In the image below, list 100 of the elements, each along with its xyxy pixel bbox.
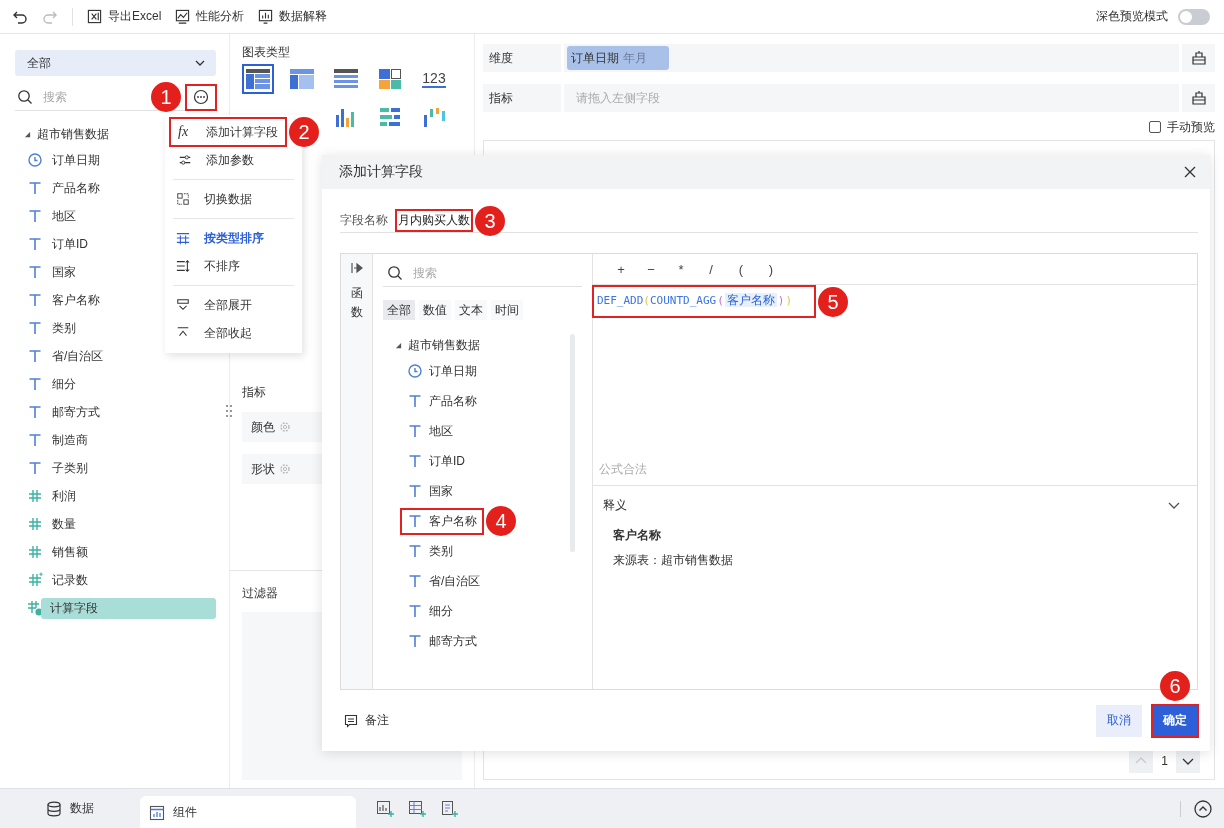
field-item[interactable]: 地区 [50,205,82,227]
operator-button[interactable]: / [703,261,719,277]
waterfall-chart-icon [421,105,447,129]
field-item[interactable]: 国家 [50,261,82,283]
checkbox-label: 手动预览 [1167,118,1215,136]
field-item[interactable]: 利润 [50,485,82,507]
search-icon [387,265,403,281]
field-item[interactable]: 订单ID [401,448,471,474]
bottom-tab[interactable]: 组件 [140,796,356,828]
field-item[interactable]: 类别 [401,538,459,564]
text-type-icon [27,264,43,280]
close-icon[interactable] [1183,165,1197,179]
menu-item[interactable]: 全部展开 [173,291,289,319]
field-item[interactable]: 类别 [50,317,82,339]
add-text-icon[interactable] [440,799,458,818]
menu-item[interactable]: 不排序 [173,252,289,280]
dimension-shelf[interactable]: 订单日期 年月 [564,44,1179,72]
field-item[interactable]: 邮寄方式 [401,628,483,654]
page-number: 1 [1161,754,1168,768]
tray-icon[interactable] [1190,50,1207,66]
field-item[interactable]: 客户名称 [50,289,106,311]
horizontal-bar-icon [377,105,403,129]
text-type-icon [407,483,423,499]
add-chart-icon[interactable] [376,799,394,818]
dark-mode-toggle[interactable] [1178,8,1210,25]
sliders-icon [178,153,192,167]
search-field[interactable]: 搜索 [411,262,582,284]
drag-handle-icon[interactable] [226,404,232,418]
field-item[interactable]: 订单日期 [50,149,106,171]
bottom-tab[interactable]: 数据 [0,789,140,828]
field-item[interactable]: 订单日期 [401,358,483,384]
tree-group-label[interactable]: 超市销售数据 [408,336,480,354]
menu-item[interactable]: 切换数据 [173,185,289,213]
text-type-icon [407,543,423,559]
spreadsheet-export-icon [87,9,102,24]
chart-type-option[interactable]: 123 [418,64,450,94]
field-item[interactable]: 地区 [401,418,459,444]
collapse-up-icon[interactable] [1193,798,1213,819]
grid-sort-icon [176,231,190,245]
type-filter-tab[interactable]: 全部 [383,300,415,320]
field-item[interactable]: 国家 [401,478,459,504]
toolbar-button[interactable]: 导出Excel [87,6,162,27]
field-item[interactable]: 细分 [401,598,459,624]
menu-item[interactable]: 添加参数 [170,146,286,174]
text-type-icon [27,432,43,448]
menu-item[interactable]: 按类型排序 [173,224,289,252]
expand-triangle-icon[interactable] [395,341,402,349]
text-type-icon [407,513,423,529]
field-item[interactable]: 订单ID [50,233,94,255]
text-type-icon [407,603,423,619]
field-item[interactable]: 产品名称 [401,388,483,414]
note-link[interactable]: 备注 [365,712,389,729]
search-field[interactable]: 搜索 [41,86,125,108]
field-item[interactable]: 记录数 [50,569,94,591]
chart-type-option[interactable] [242,64,274,94]
field-item[interactable]: 制造商 [50,429,94,451]
type-filter-tab[interactable]: 数值 [419,300,451,320]
field-item[interactable]: 邮寄方式 [50,401,106,423]
hash-icon [27,488,43,504]
next-page-button[interactable] [1176,749,1200,773]
definition-source: 来源表：超市销售数据 [612,552,734,569]
step-marker: 5 [818,286,848,317]
type-filter-tab[interactable]: 文本 [455,300,487,320]
function-icon: fx [178,124,192,140]
function-tab[interactable]: 函数 [350,284,363,323]
section-title: 过滤器 [242,585,279,602]
tree-group-label[interactable]: 超市销售数据 [37,125,109,143]
operator-button[interactable]: ) [763,261,779,277]
note-icon[interactable] [344,713,358,728]
field-item[interactable]: 数量 [50,513,82,535]
field-item[interactable]: 省/自治区 [50,345,110,367]
dialog-title: 添加计算字段 [339,163,423,181]
text-type-icon [27,404,43,420]
text-type-icon [407,423,423,439]
expand-triangle-icon[interactable] [24,130,31,138]
clock-icon [407,363,423,379]
field-item[interactable]: 省/自治区 [401,568,487,594]
field-item[interactable]: 细分 [50,373,82,395]
detail-table-icon [333,67,359,91]
field-item[interactable]: 销售额 [50,541,94,563]
add-table-icon[interactable] [408,799,426,818]
expand-panel-icon[interactable] [350,262,363,274]
field-item[interactable]: 计算字段 [41,597,216,619]
type-filter-tab[interactable]: 时间 [491,300,523,320]
field-item[interactable]: 子类别 [50,457,94,479]
field-pill[interactable]: 订单日期 年月 [567,46,669,70]
source-select[interactable]: 全部 [15,50,216,76]
hash-icon [27,516,43,532]
tray-icon[interactable] [1190,90,1207,106]
field-item[interactable]: 产品名称 [50,177,106,199]
operator-button[interactable]: ( [733,261,749,277]
toolbar-button[interactable]: 性能分析 [175,6,245,27]
text-type-icon [27,180,43,196]
cancel-button[interactable]: 取消 [1096,704,1142,737]
operator-button[interactable]: * [673,261,689,277]
menu-item[interactable]: 全部收起 [173,319,289,347]
checkbox[interactable] [1149,121,1161,133]
operator-button[interactable]: − [643,261,659,277]
toolbar-button[interactable]: 数据解释 [258,6,328,27]
operator-button[interactable]: + [613,261,629,277]
